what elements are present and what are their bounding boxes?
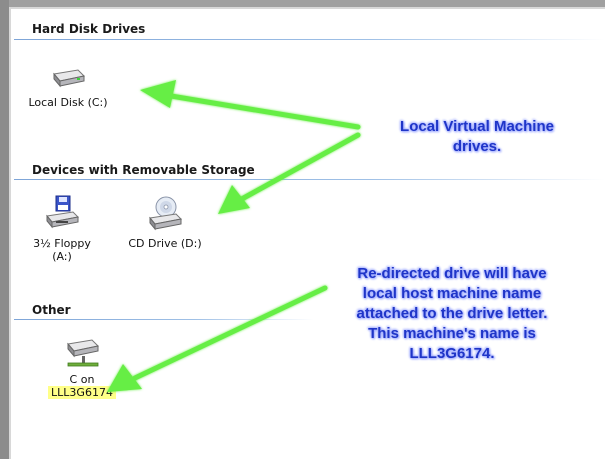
arrow-to-network-drive [107, 285, 328, 392]
callout-top-line-1: Local Virtual Machine [400, 118, 554, 135]
callout-bottom-line-2: local host machine name [362, 285, 542, 302]
callout-local-vm-drives: Local Virtual Machine drives. [362, 117, 592, 157]
callout-bottom-line-4: This machine's name is [368, 325, 536, 342]
arrow-to-local-disk [140, 80, 361, 130]
annotation-arrows [107, 80, 361, 392]
callout-top-line-2: drives. [452, 138, 502, 155]
callout-redirected-drive: Re-directed drive will have local host m… [302, 264, 602, 364]
callout-bottom-line-3: attached to the drive letter. [356, 305, 548, 322]
callout-bottom-line-5: LLL3G6174. [409, 345, 495, 362]
callout-bottom-line-1: Re-directed drive will have [357, 265, 547, 282]
arrow-to-cd-drive [218, 132, 361, 214]
